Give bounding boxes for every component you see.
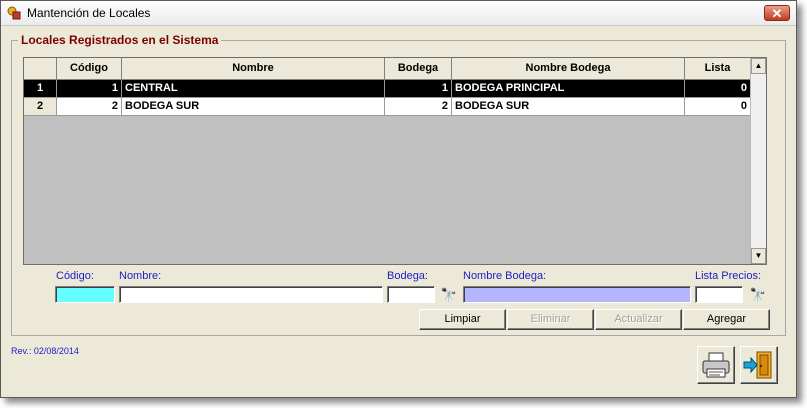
cell-codigo[interactable]: 2	[57, 98, 122, 116]
cell-nombre-bodega[interactable]: BODEGA SUR	[452, 98, 685, 116]
nombre-bodega-label: Nombre Bodega:	[463, 270, 547, 282]
print-button[interactable]	[697, 346, 735, 384]
title-bar[interactable]: Mantención de Locales ✕	[1, 1, 796, 26]
codigo-field[interactable]	[55, 286, 115, 303]
lista-precios-field[interactable]	[695, 286, 743, 303]
cell-lista[interactable]: 0	[685, 98, 751, 116]
close-button[interactable]: ✕	[764, 5, 790, 21]
arrow-down-icon: ▼	[754, 251, 763, 260]
locales-grid[interactable]: Código Nombre Bodega Nombre Bodega Lista…	[23, 57, 767, 265]
codigo-label: Código:	[56, 270, 94, 282]
cell-nombre[interactable]: CENTRAL	[122, 80, 385, 98]
row-number[interactable]: 1	[24, 80, 57, 98]
bodega-lookup-button[interactable]: 🔭	[439, 287, 459, 303]
exit-door-icon	[743, 351, 772, 379]
scroll-down-button[interactable]: ▼	[751, 248, 766, 264]
lista-precios-label: Lista Precios:	[695, 270, 762, 282]
app-icon	[7, 6, 21, 20]
grid-corner	[24, 58, 57, 80]
nombre-bodega-field	[463, 286, 691, 303]
agregar-button[interactable]: Agregar	[683, 309, 770, 330]
cell-codigo[interactable]: 1	[57, 80, 122, 98]
close-icon: ✕	[771, 6, 783, 21]
window-title: Mantención de Locales	[27, 6, 151, 20]
revision-label: Rev.: 02/08/2014	[11, 346, 79, 356]
column-header-codigo[interactable]: Código	[57, 58, 122, 80]
limpiar-button[interactable]: Limpiar	[419, 309, 506, 330]
nombre-field[interactable]	[119, 286, 383, 303]
actualizar-button[interactable]: Actualizar	[595, 309, 682, 330]
group-label: Locales Registrados en el Sistema	[18, 33, 222, 47]
nombre-label: Nombre:	[119, 270, 162, 282]
exit-button[interactable]	[740, 346, 778, 384]
binoculars-icon: 🔭	[440, 287, 458, 302]
row-number[interactable]: 2	[24, 98, 57, 116]
bodega-label: Bodega:	[387, 270, 428, 282]
eliminar-button[interactable]: Eliminar	[507, 309, 594, 330]
cell-nombre-bodega[interactable]: BODEGA PRINCIPAL	[452, 80, 685, 98]
cell-bodega[interactable]: 1	[385, 80, 452, 98]
cell-nombre[interactable]: BODEGA SUR	[122, 98, 385, 116]
grid-vertical-scrollbar[interactable]: ▲ ▼	[750, 58, 766, 264]
cell-bodega[interactable]: 2	[385, 98, 452, 116]
column-header-lista[interactable]: Lista	[685, 58, 751, 80]
bodega-field[interactable]	[387, 286, 435, 303]
column-header-nombre-bodega[interactable]: Nombre Bodega	[452, 58, 685, 80]
cell-lista[interactable]: 0	[685, 80, 751, 98]
arrow-up-icon: ▲	[754, 61, 763, 70]
lista-precios-lookup-button[interactable]: 🔭	[748, 287, 768, 303]
column-header-bodega[interactable]: Bodega	[385, 58, 452, 80]
scroll-up-button[interactable]: ▲	[751, 58, 766, 74]
column-header-nombre[interactable]: Nombre	[122, 58, 385, 80]
printer-icon	[702, 352, 730, 378]
binoculars-icon: 🔭	[749, 287, 767, 302]
